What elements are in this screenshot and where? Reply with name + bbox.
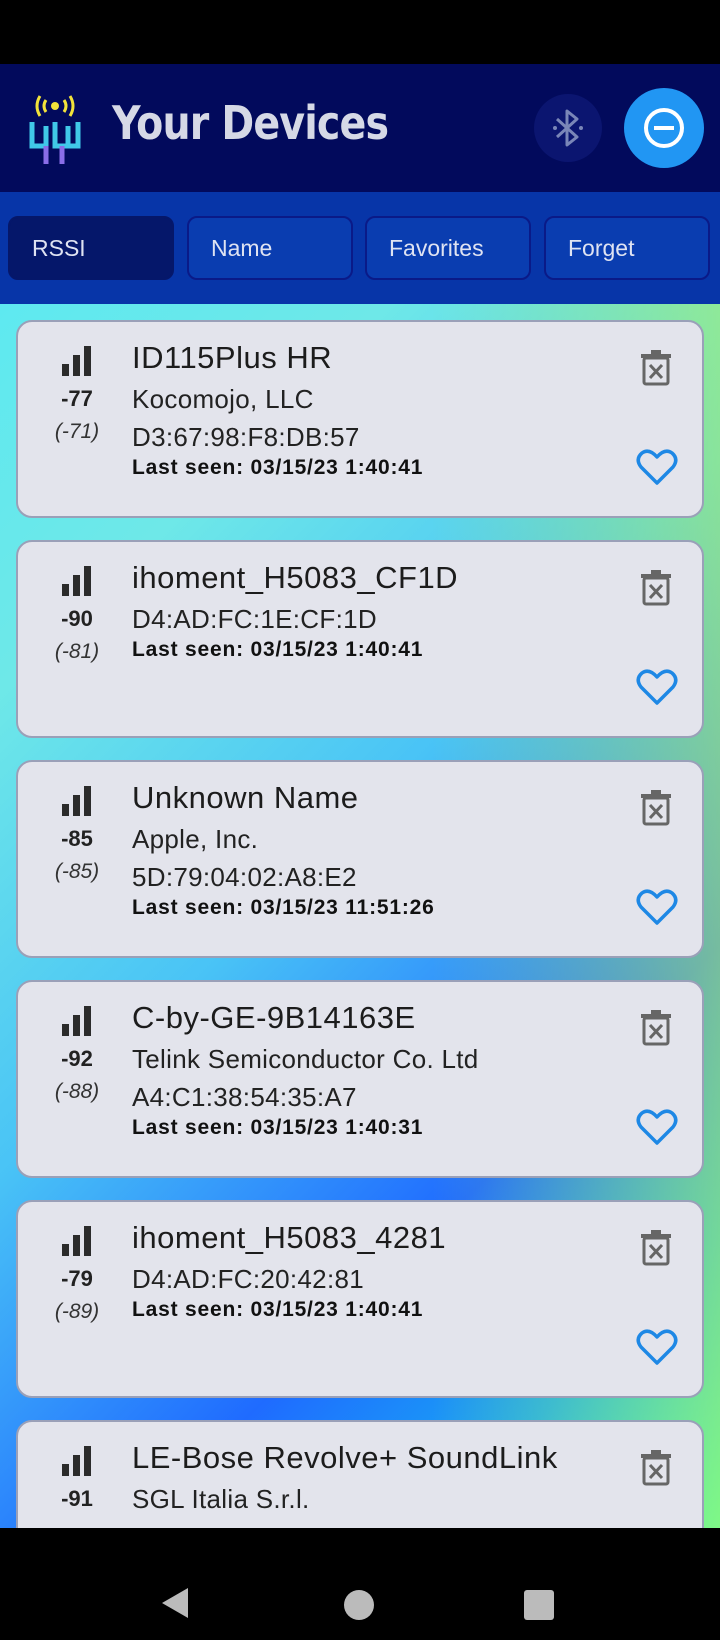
back-icon[interactable] — [160, 1586, 190, 1620]
device-manufacturer: Apple, Inc. — [132, 824, 259, 854]
rssi-value: -90 — [61, 606, 93, 631]
device-card[interactable]: -77 (-71) ID115Plus HR Kocomojo, LLC D3:… — [16, 320, 704, 518]
trash-icon[interactable] — [640, 350, 672, 386]
antenna-logo-icon — [29, 95, 81, 164]
signal-bars-icon — [62, 346, 91, 376]
device-name: ID115Plus HR — [132, 340, 333, 375]
device-name: LE-Bose Revolve+ SoundLink — [132, 1440, 558, 1475]
heart-outline-icon[interactable] — [636, 1328, 678, 1366]
rssi-value: -85 — [61, 826, 93, 851]
device-name: ihoment_H5083_CF1D — [132, 560, 459, 595]
system-nav-bar — [0, 1528, 720, 1640]
device-card[interactable]: -79 (-89) ihoment_H5083_4281 D4:AD:FC:20… — [16, 1200, 704, 1398]
trash-icon[interactable] — [640, 1230, 672, 1266]
heart-outline-icon[interactable] — [636, 668, 678, 706]
filter-favorites-button[interactable]: Favorites — [365, 216, 531, 280]
device-name: ihoment_H5083_4281 — [132, 1220, 447, 1255]
device-card[interactable]: -92 (-88) C-by-GE-9B14163E Telink Semico… — [16, 980, 704, 1178]
app-bar: Your Devices — [0, 64, 720, 192]
rssi-average: (-88) — [54, 1080, 100, 1103]
device-last-seen: Last seen: 03/15/23 1:40:41 — [132, 638, 424, 661]
filter-rssi-button[interactable]: RSSI — [8, 216, 174, 280]
device-card[interactable]: -90 (-81) ihoment_H5083_CF1D D4:AD:FC:1E… — [16, 540, 704, 738]
rssi-value: -79 — [61, 1266, 93, 1291]
device-manufacturer: SGL Italia S.r.l. — [132, 1484, 310, 1514]
status-bar — [0, 0, 720, 64]
device-last-seen: Last seen: 03/15/23 1:40:31 — [132, 1116, 424, 1139]
signal-bars-icon — [62, 1226, 91, 1256]
rssi-average: (-71) — [54, 420, 100, 443]
trash-icon[interactable] — [640, 790, 672, 826]
signal-bars-icon — [62, 1446, 91, 1476]
device-address: D4:AD:FC:1E:CF:1D — [132, 604, 377, 634]
device-address: 5D:79:04:02:A8:E2 — [132, 862, 357, 892]
heart-outline-icon[interactable] — [636, 888, 678, 926]
device-last-seen: Last seen: 03/15/23 1:40:41 — [132, 1298, 424, 1321]
device-address: D3:67:98:F8:DB:57 — [132, 422, 360, 452]
heart-outline-icon[interactable] — [636, 448, 678, 486]
device-address: D4:AD:FC:20:42:81 — [132, 1264, 364, 1294]
signal-bars-icon — [62, 786, 91, 816]
device-name: Unknown Name — [132, 780, 359, 815]
recents-icon[interactable] — [524, 1590, 554, 1620]
rssi-value: -91 — [61, 1486, 93, 1511]
device-card[interactable]: -85 (-85) Unknown Name Apple, Inc. 5D:79… — [16, 760, 704, 958]
rssi-average: (-81) — [54, 640, 100, 663]
page-title: Your Devices — [112, 96, 389, 150]
rssi-average: (-85) — [54, 860, 100, 883]
device-card[interactable]: -91 LE-Bose Revolve+ SoundLink SGL Itali… — [16, 1420, 704, 1528]
heart-outline-icon[interactable] — [636, 1108, 678, 1146]
device-last-seen: Last seen: 03/15/23 1:40:41 — [132, 456, 424, 479]
trash-icon[interactable] — [640, 1450, 672, 1486]
bluetooth-button[interactable] — [534, 94, 602, 162]
device-name: C-by-GE-9B14163E — [132, 1000, 416, 1035]
rssi-average: (-89) — [54, 1300, 100, 1323]
device-manufacturer: Telink Semiconductor Co. Ltd — [132, 1044, 479, 1074]
remove-button[interactable] — [624, 88, 704, 168]
signal-bars-icon — [62, 566, 91, 596]
bluetooth-icon — [553, 109, 583, 147]
device-manufacturer: Kocomojo, LLC — [132, 384, 314, 414]
filter-bar: RSSI Name Favorites Forget — [0, 192, 720, 304]
rssi-value: -92 — [61, 1046, 93, 1071]
device-list[interactable]: -77 (-71) ID115Plus HR Kocomojo, LLC D3:… — [0, 304, 720, 1528]
home-icon[interactable] — [344, 1590, 374, 1620]
rssi-value: -77 — [61, 386, 93, 411]
signal-bars-icon — [62, 1006, 91, 1036]
minus-circle-icon — [644, 108, 684, 148]
trash-icon[interactable] — [640, 1010, 672, 1046]
device-address: A4:C1:38:54:35:A7 — [132, 1082, 357, 1112]
filter-forget-button[interactable]: Forget — [544, 216, 710, 280]
device-last-seen: Last seen: 03/15/23 11:51:26 — [132, 896, 435, 919]
filter-name-button[interactable]: Name — [187, 216, 353, 280]
trash-icon[interactable] — [640, 570, 672, 606]
